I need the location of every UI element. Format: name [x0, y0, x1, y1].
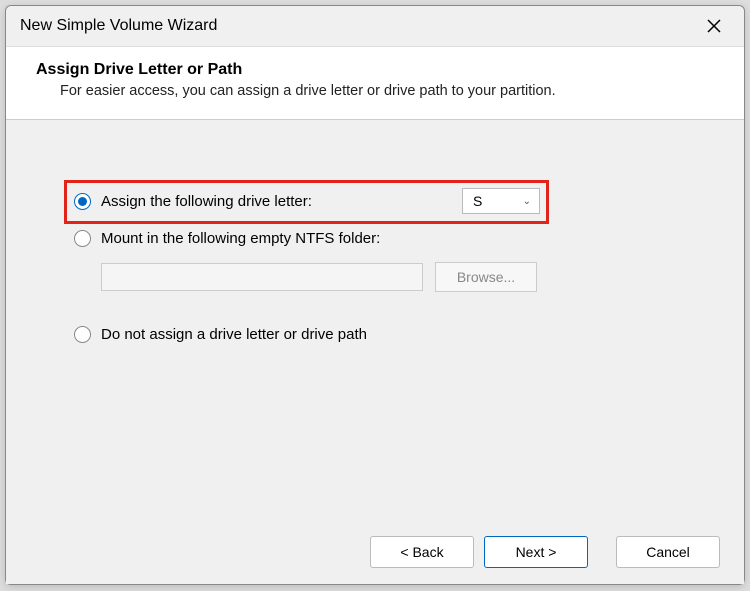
back-button[interactable]: < Back — [370, 536, 474, 568]
window-title: New Simple Volume Wizard — [20, 17, 217, 35]
label-mount-folder: Mount in the following empty NTFS folder… — [101, 230, 380, 247]
option-assign-letter: Assign the following drive letter: S ⌄ — [66, 180, 544, 222]
page-subtitle: For easier access, you can assign a driv… — [36, 83, 714, 99]
chevron-down-icon: ⌄ — [523, 196, 531, 207]
wizard-header: Assign Drive Letter or Path For easier a… — [6, 46, 744, 120]
page-title: Assign Drive Letter or Path — [36, 61, 714, 79]
close-button[interactable] — [694, 12, 734, 40]
radio-mount-folder[interactable] — [74, 230, 91, 247]
label-no-assign: Do not assign a drive letter or drive pa… — [101, 326, 367, 343]
cancel-button[interactable]: Cancel — [616, 536, 720, 568]
radio-no-assign[interactable] — [74, 326, 91, 343]
next-button[interactable]: Next > — [484, 536, 588, 568]
browse-button: Browse... — [435, 262, 537, 292]
wizard-dialog: New Simple Volume Wizard Assign Drive Le… — [5, 5, 745, 585]
drive-letter-dropdown[interactable]: S ⌄ — [462, 188, 540, 214]
close-icon — [707, 19, 721, 33]
folder-path-input — [101, 263, 423, 291]
titlebar: New Simple Volume Wizard — [6, 6, 744, 46]
label-assign-letter: Assign the following drive letter: — [101, 193, 312, 210]
wizard-content: Assign the following drive letter: S ⌄ M… — [6, 120, 744, 526]
folder-input-row: Browse... — [101, 262, 704, 292]
wizard-footer: < Back Next > Cancel — [6, 526, 744, 584]
option-no-assign: Do not assign a drive letter or drive pa… — [74, 320, 704, 348]
radio-assign-letter[interactable] — [74, 193, 91, 210]
drive-letter-value: S — [473, 193, 482, 209]
option-mount-folder: Mount in the following empty NTFS folder… — [74, 224, 704, 252]
